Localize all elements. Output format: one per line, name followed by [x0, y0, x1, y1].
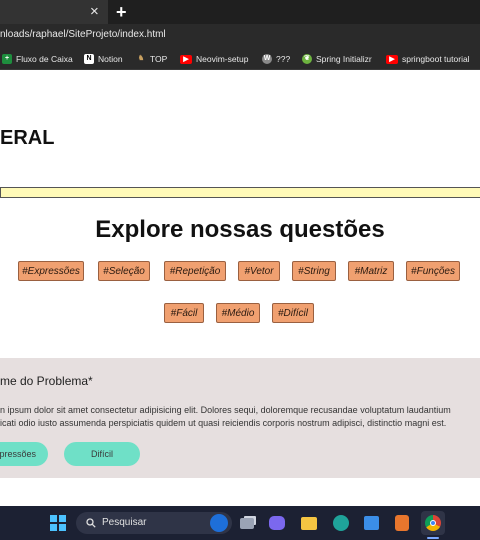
screen: × + nloads/raphael/SiteProjeto/index.htm… [0, 0, 480, 540]
new-tab-button[interactable]: + [116, 1, 127, 23]
bookmark-label: Notion [98, 54, 123, 64]
search-placeholder: Pesquisar [102, 517, 147, 528]
banner-divider [0, 187, 480, 198]
file-explorer-icon[interactable] [298, 512, 320, 534]
problem-title: me do Problema* [0, 374, 93, 388]
windows-start-icon[interactable] [47, 512, 69, 534]
problem-tag-difficulty[interactable]: Difícil [64, 442, 140, 466]
app-shield-icon[interactable] [391, 512, 413, 534]
bing-icon[interactable] [210, 514, 228, 532]
url-text[interactable]: nloads/raphael/SiteProjeto/index.html [0, 29, 166, 40]
site-title: ERAL [0, 127, 55, 149]
problem-description-line: icati odio iusto assumenda perspiciatis … [0, 418, 447, 428]
search-icon [86, 518, 96, 528]
problem-card[interactable]: me do Problema* n ipsum dolor sit amet c… [0, 358, 480, 478]
chrome-icon[interactable] [421, 511, 445, 535]
problem-tag-category[interactable]: pressões [0, 442, 48, 466]
problem-description: n ipsum dolor sit amet consectetur adipi… [0, 404, 451, 430]
bookmark-notion[interactable]: N Notion [84, 52, 123, 66]
bookmark-label: Spring Initializr [316, 54, 372, 64]
bookmark-spring-initializr[interactable]: ❦ Spring Initializr [302, 52, 372, 66]
tag-medio[interactable]: #Médio [216, 303, 260, 323]
edge-icon[interactable] [330, 512, 352, 534]
bookmark-neovim-setup[interactable]: ▶ Neovim-setup [180, 52, 248, 66]
tag-selecao[interactable]: #Seleção [98, 261, 150, 281]
bookmark-springboot-tutorial[interactable]: ▶ springboot tutorial [386, 52, 470, 66]
bookmark-label: springboot tutorial [402, 54, 470, 64]
address-bar[interactable]: nloads/raphael/SiteProjeto/index.html [0, 24, 480, 48]
tag-repeticao[interactable]: #Repetição [164, 261, 226, 281]
tag-string[interactable]: #String [292, 261, 336, 281]
tag-funcoes[interactable]: #Funções [406, 261, 460, 281]
youtube-icon: ▶ [180, 54, 192, 64]
explore-heading: Explore nossas questões [95, 216, 385, 243]
web-page: ERAL Explore nossas questões #Expressões… [0, 70, 480, 506]
bookmark-fluxo-de-caixa[interactable]: + Fluxo de Caixa [2, 52, 73, 66]
taskbar-search-box[interactable]: Pesquisar [76, 512, 232, 534]
store-icon[interactable] [360, 512, 382, 534]
bookmarks-bar: + Fluxo de Caixa N Notion ♞ TOP ▶ Neovim… [0, 48, 480, 70]
tab-close-icon[interactable]: × [90, 3, 99, 21]
tag-dificil[interactable]: #Difícil [272, 303, 314, 323]
bookmark-label: Fluxo de Caixa [16, 54, 73, 64]
bookmark-label: Neovim-setup [196, 54, 249, 64]
sheets-icon: + [2, 54, 12, 64]
tag-facil[interactable]: #Fácil [164, 303, 204, 323]
tag-expressoes[interactable]: #Expressões [18, 261, 84, 281]
problem-description-line: n ipsum dolor sit amet consectetur adipi… [0, 405, 451, 415]
youtube-icon: ▶ [386, 54, 398, 64]
spring-icon: ❦ [302, 54, 312, 64]
browser-tab-strip: × + [0, 0, 480, 24]
bookmark-top[interactable]: ♞ TOP [136, 52, 167, 66]
bookmark-label: TOP [150, 54, 168, 64]
tag-matriz[interactable]: #Matriz [348, 261, 394, 281]
browser-tab-active[interactable]: × [0, 0, 108, 24]
task-view-icon[interactable] [236, 512, 258, 534]
tag-vetor[interactable]: #Vetor [238, 261, 280, 281]
active-app-indicator [427, 537, 439, 539]
taskbar: Pesquisar [0, 506, 480, 540]
deer-icon: ♞ [137, 55, 145, 62]
chat-icon[interactable] [266, 512, 288, 534]
notion-icon: N [84, 54, 94, 64]
bookmark-label: ??? [276, 54, 291, 64]
wordpress-icon: W [262, 54, 272, 64]
bookmark-unknown[interactable]: W ??? [262, 52, 290, 66]
